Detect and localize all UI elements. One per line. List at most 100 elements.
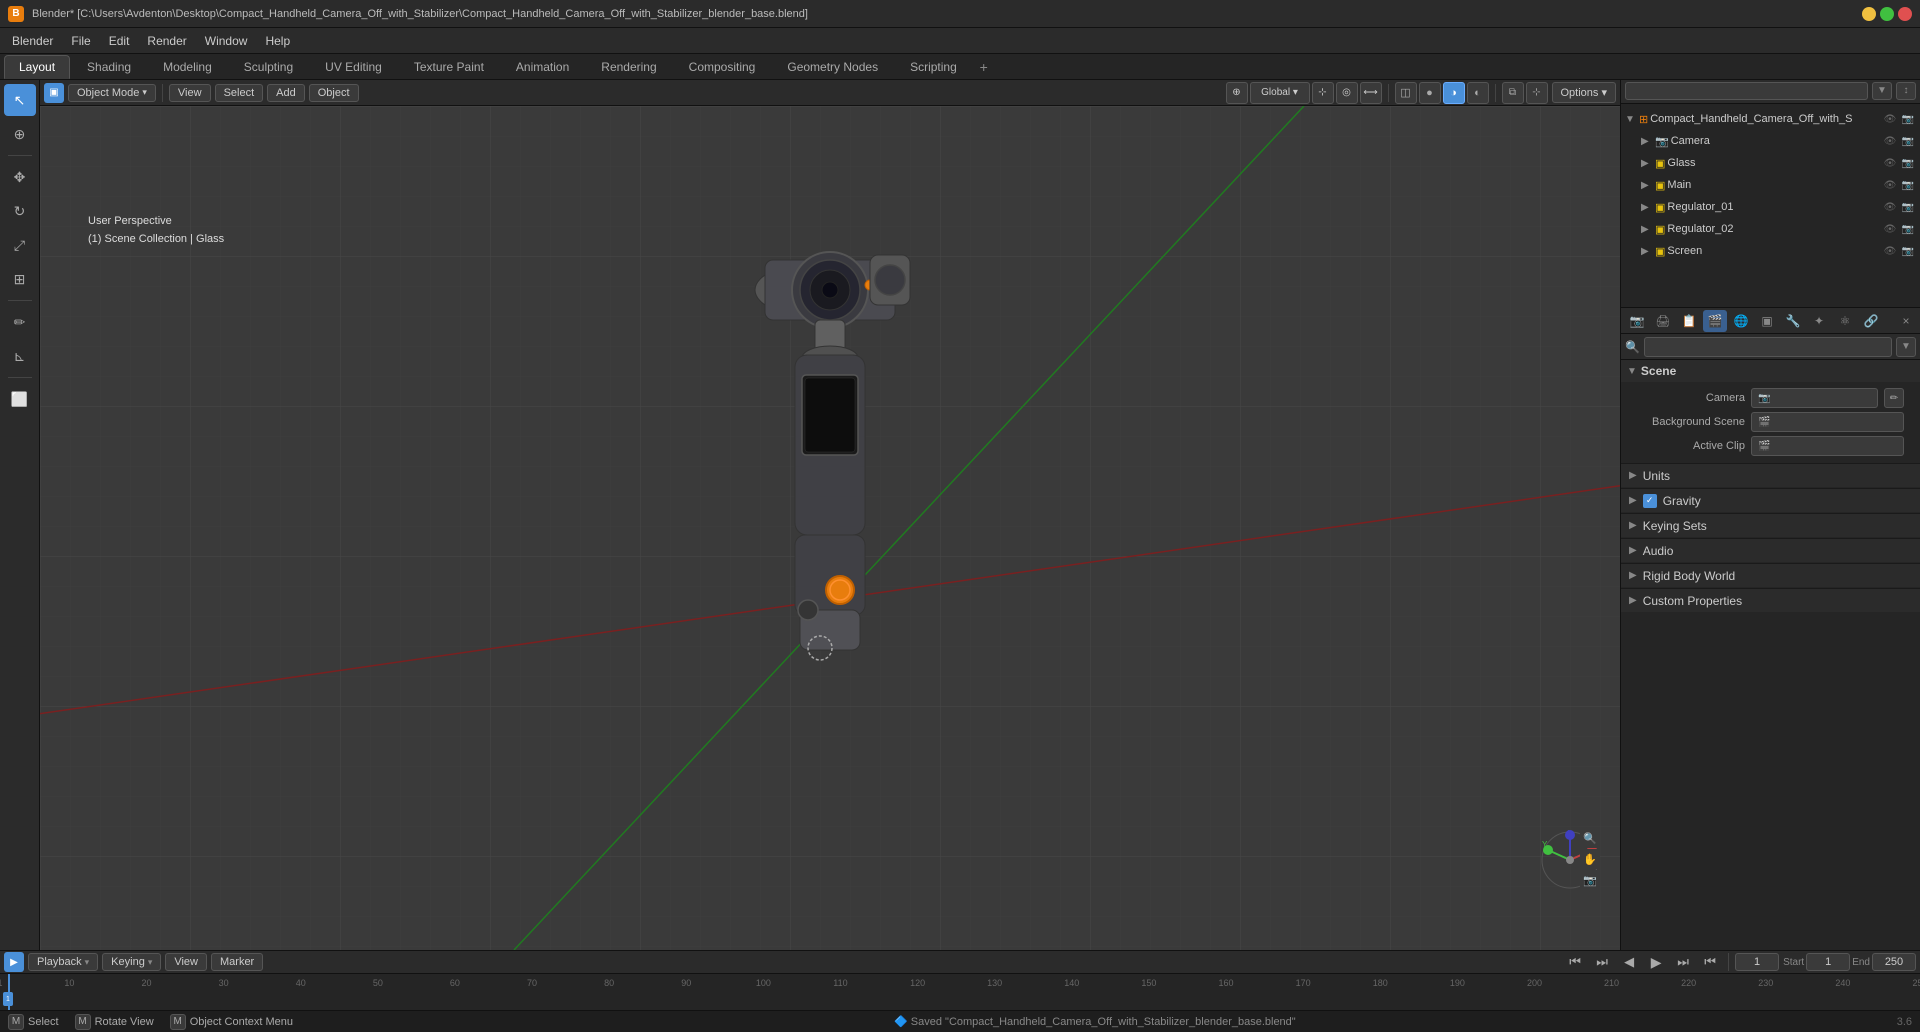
scale-tool[interactable]: ⤢ xyxy=(4,229,36,261)
editor-type-icon[interactable]: ▣ xyxy=(44,83,64,103)
gizmos-button[interactable]: ⊹ xyxy=(1526,82,1548,104)
hand-tool-button[interactable]: ✋ xyxy=(1580,849,1600,869)
prop-tab-output[interactable]: 🖨 xyxy=(1651,310,1675,332)
rendered-shading[interactable]: ◐ xyxy=(1467,82,1489,104)
units-section-header[interactable]: ▶ Units xyxy=(1621,463,1920,487)
timeline-editor-icon[interactable]: ▶ xyxy=(4,952,24,972)
tab-compositing[interactable]: Compositing xyxy=(674,55,771,79)
menu-blender[interactable]: Blender xyxy=(4,31,61,51)
prop-tab-constraints[interactable]: 🔗 xyxy=(1859,310,1883,332)
window-controls[interactable] xyxy=(1862,7,1912,21)
cursor-tool[interactable]: ⊕ xyxy=(4,118,36,150)
collection-item-main[interactable]: ▶ ▣ Main 👁 📷 xyxy=(1621,174,1920,196)
reg02-vis-eye[interactable]: 👁 xyxy=(1882,221,1898,237)
frame-start-input[interactable]: 1 xyxy=(1806,953,1850,971)
camera-vis-eye[interactable]: 👁 xyxy=(1882,133,1898,149)
prop-tab-render[interactable]: 📷 xyxy=(1625,310,1649,332)
outliner-search-input[interactable] xyxy=(1625,82,1868,100)
bg-scene-value[interactable]: 🎬 xyxy=(1751,412,1904,432)
menu-render[interactable]: Render xyxy=(139,31,194,51)
transform-global-selector[interactable]: Global ▾ xyxy=(1250,82,1310,104)
rotate-tool[interactable]: ↻ xyxy=(4,195,36,227)
options-button[interactable]: Options ▾ xyxy=(1552,82,1617,103)
next-keyframe-button[interactable]: ⏭ xyxy=(1671,952,1695,972)
main-vis-render[interactable]: 📷 xyxy=(1900,177,1916,193)
screen-vis-eye[interactable]: 👁 xyxy=(1882,243,1898,259)
prop-tab-object[interactable]: ▣ xyxy=(1755,310,1779,332)
marker-menu[interactable]: Marker xyxy=(211,953,263,971)
snap-settings-button[interactable]: ⟷ xyxy=(1360,82,1382,104)
prev-keyframe-button[interactable]: ⏭ xyxy=(1590,952,1614,972)
measure-tool[interactable]: ⊾ xyxy=(4,340,36,372)
object-mode-selector[interactable]: Object Mode xyxy=(68,84,156,102)
tab-modeling[interactable]: Modeling xyxy=(148,55,227,79)
view-menu[interactable]: View xyxy=(165,953,207,971)
camera-prop-value[interactable]: 📷 xyxy=(1751,388,1878,408)
menu-edit[interactable]: Edit xyxy=(101,31,138,51)
outliner-sort[interactable]: ↕ xyxy=(1896,82,1916,100)
maximize-button[interactable] xyxy=(1880,7,1894,21)
transform-pivot-button[interactable]: ⊕ xyxy=(1226,82,1248,104)
current-frame-input[interactable]: 1 xyxy=(1735,953,1779,971)
gravity-checkbox[interactable]: ✓ xyxy=(1643,494,1657,508)
camera-edit-button[interactable]: ✏ xyxy=(1884,388,1904,408)
camera-view-button[interactable]: 📷 xyxy=(1580,870,1600,890)
prop-close-button[interactable]: × xyxy=(1896,311,1916,331)
collection-item-reg01[interactable]: ▶ ▣ Regulator_01 👁 📷 xyxy=(1621,196,1920,218)
menu-file[interactable]: File xyxy=(63,31,98,51)
collection-item-camera[interactable]: ▶ 📷 Camera 👁 📷 xyxy=(1621,130,1920,152)
scene-section-header[interactable]: ▼ Scene xyxy=(1621,360,1920,382)
transform-tool[interactable]: ⊞ xyxy=(4,263,36,295)
camera-vis-render[interactable]: 📷 xyxy=(1900,133,1916,149)
root-vis-render[interactable]: 📷 xyxy=(1900,111,1916,127)
navigation-gizmo[interactable]: X Y Z 🔍 ✋ 📷 xyxy=(1540,830,1600,890)
jump-to-end-button[interactable]: ⏮ xyxy=(1698,952,1722,972)
viewport-view-menu[interactable]: View xyxy=(169,84,211,102)
tab-texture-paint[interactable]: Texture Paint xyxy=(399,55,499,79)
screen-vis-render[interactable]: 📷 xyxy=(1900,243,1916,259)
prop-tab-particles[interactable]: ✦ xyxy=(1807,310,1831,332)
keyframe-indicator[interactable]: 1 xyxy=(3,992,13,1006)
viewport-object-menu[interactable]: Object xyxy=(309,84,359,102)
collection-item-glass[interactable]: ▶ ▣ Glass 👁 📷 xyxy=(1621,152,1920,174)
tab-shading[interactable]: Shading xyxy=(72,55,146,79)
prop-tab-world[interactable]: 🌐 xyxy=(1729,310,1753,332)
outliner-filter-icon[interactable]: ▼ xyxy=(1872,82,1892,100)
frame-end-input[interactable]: 250 xyxy=(1872,953,1916,971)
tab-sculpting[interactable]: Sculpting xyxy=(229,55,308,79)
reg01-vis-render[interactable]: 📷 xyxy=(1900,199,1916,215)
prop-filter-button[interactable]: ▼ xyxy=(1896,337,1916,357)
snap-button[interactable]: ⊹ xyxy=(1312,82,1334,104)
solid-shading[interactable]: ● xyxy=(1419,82,1441,104)
reg02-vis-render[interactable]: 📷 xyxy=(1900,221,1916,237)
zoom-in-button[interactable]: 🔍 xyxy=(1580,828,1600,848)
active-clip-value[interactable]: 🎬 xyxy=(1751,436,1904,456)
proportional-edit-button[interactable]: ◎ xyxy=(1336,82,1358,104)
prop-search-input[interactable] xyxy=(1644,337,1892,357)
tab-layout[interactable]: Layout xyxy=(4,55,70,79)
menu-help[interactable]: Help xyxy=(257,31,298,51)
prop-tab-scene[interactable]: 🎬 xyxy=(1703,310,1727,332)
rigid-body-header[interactable]: ▶ Rigid Body World xyxy=(1621,563,1920,587)
main-vis-eye[interactable]: 👁 xyxy=(1882,177,1898,193)
select-tool[interactable]: ↖ xyxy=(4,84,36,116)
viewport-add-menu[interactable]: Add xyxy=(267,84,305,102)
tab-rendering[interactable]: Rendering xyxy=(586,55,671,79)
add-cube-tool[interactable]: ⬜ xyxy=(4,383,36,415)
viewport-3d[interactable]: User Perspective (1) Scene Collection | … xyxy=(40,106,1620,950)
viewport-select-menu[interactable]: Select xyxy=(215,84,264,102)
custom-props-header[interactable]: ▶ Custom Properties xyxy=(1621,588,1920,612)
keying-sets-header[interactable]: ▶ Keying Sets xyxy=(1621,513,1920,537)
keying-menu[interactable]: Keying ▾ xyxy=(102,953,161,971)
menu-window[interactable]: Window xyxy=(197,31,256,51)
jump-to-start-button[interactable]: ⏮ xyxy=(1563,952,1587,972)
glass-vis-render[interactable]: 📷 xyxy=(1900,155,1916,171)
tab-animation[interactable]: Animation xyxy=(501,55,584,79)
add-workspace-button[interactable]: + xyxy=(974,57,994,77)
minimize-button[interactable] xyxy=(1862,7,1876,21)
collection-item-reg02[interactable]: ▶ ▣ Regulator_02 👁 📷 xyxy=(1621,218,1920,240)
prop-tab-modifier[interactable]: 🔧 xyxy=(1781,310,1805,332)
prop-tab-physics[interactable]: ⚛ xyxy=(1833,310,1857,332)
glass-vis-eye[interactable]: 👁 xyxy=(1882,155,1898,171)
collection-item-root[interactable]: ▼ ⊞ Compact_Handheld_Camera_Off_with_S 👁… xyxy=(1621,108,1920,130)
